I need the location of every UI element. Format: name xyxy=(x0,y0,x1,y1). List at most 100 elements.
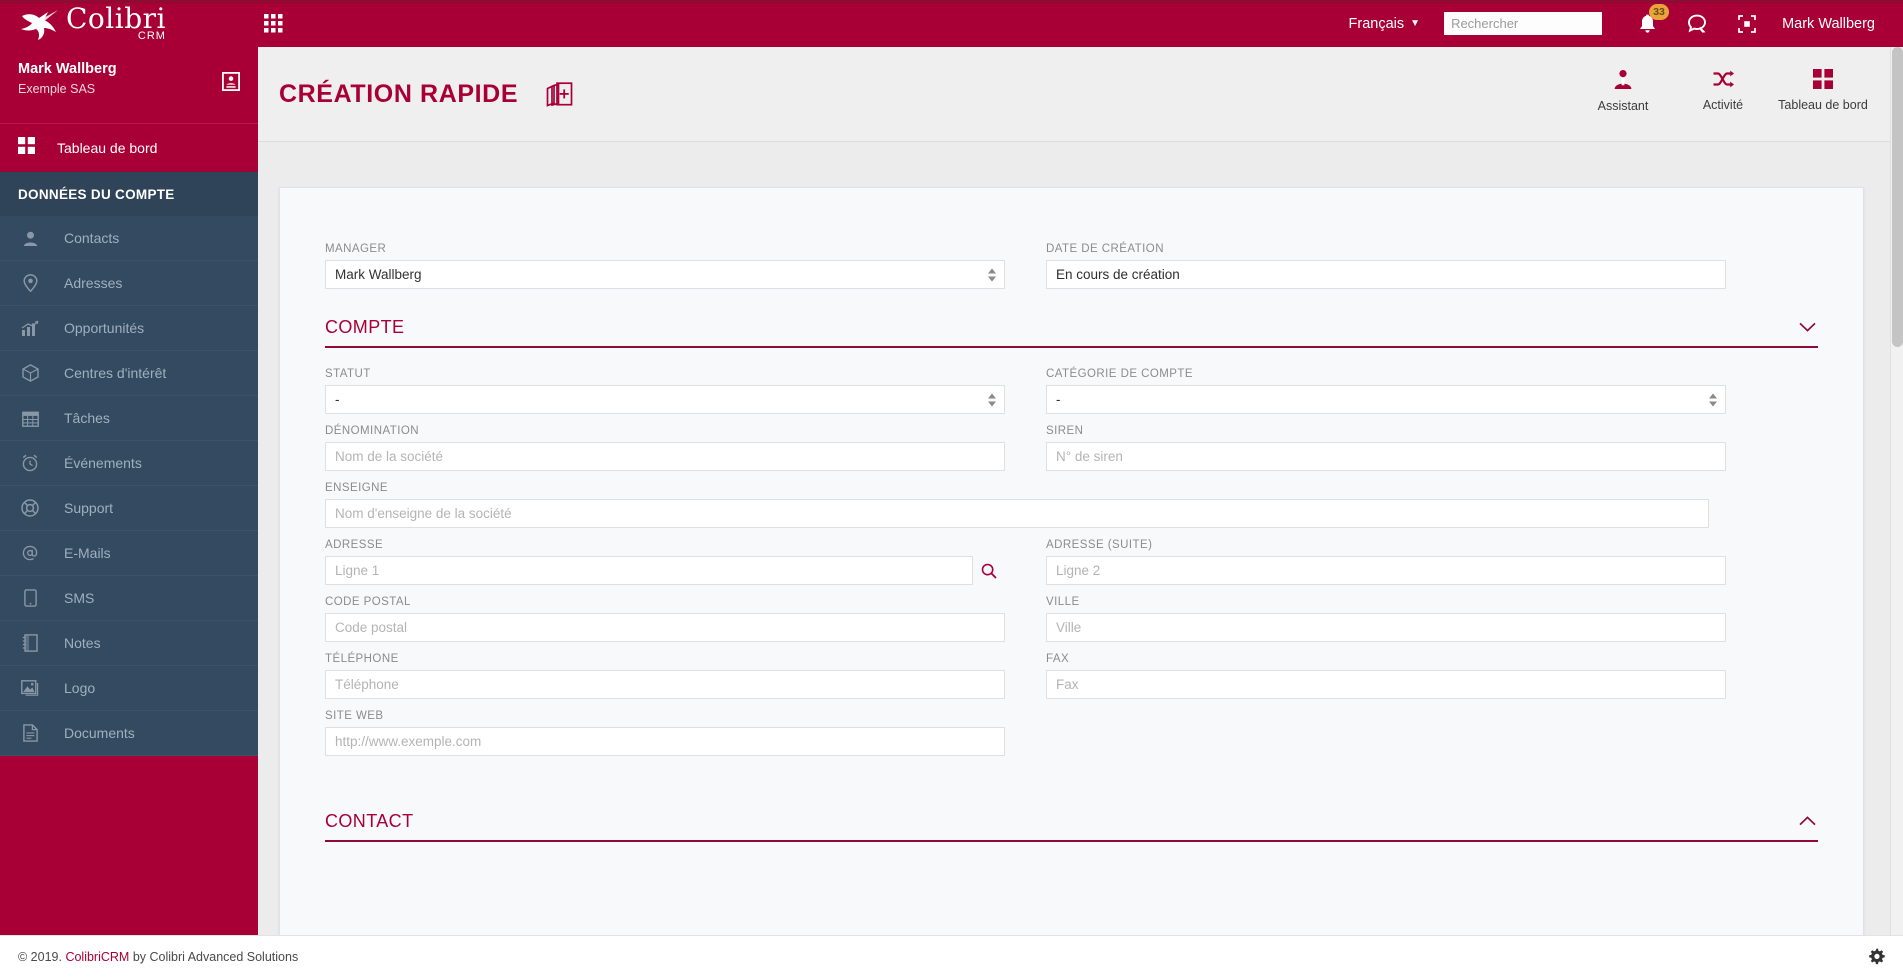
field-telephone: TÉLÉPHONE xyxy=(325,653,1005,710)
global-search[interactable] xyxy=(1444,12,1628,35)
notebook-icon xyxy=(18,634,42,652)
siren-label: SIREN xyxy=(1046,425,1084,437)
sidebar-item-notes[interactable]: Notes xyxy=(0,621,258,666)
form-card: MANAGER DATE DE CRÉATION xyxy=(279,187,1864,977)
categorie-select[interactable] xyxy=(1046,385,1726,414)
adresse-suite-input[interactable] xyxy=(1046,556,1726,585)
mobile-icon xyxy=(18,589,42,607)
field-creation-date: DATE DE CRÉATION xyxy=(1046,243,1726,300)
sidebar-item-label: Logo xyxy=(64,680,96,696)
sidebar-item-centres-interet[interactable]: Centres d'intérêt xyxy=(0,351,258,396)
brand-name: ColibriCRM xyxy=(65,949,130,964)
sidebar-item-label: Événements xyxy=(64,455,142,471)
sidebar: Mark Wallberg Exemple SAS Tableau de bor… xyxy=(0,47,258,955)
chevron-down-icon[interactable] xyxy=(1799,319,1816,337)
column-gap xyxy=(1005,539,1046,596)
chevron-up-icon[interactable] xyxy=(1799,813,1816,831)
address-search-icon[interactable] xyxy=(973,563,1005,579)
hummingbird-logo-icon xyxy=(21,9,58,40)
sidebar-item-dashboard[interactable]: Tableau de bord xyxy=(0,124,258,172)
enseigne-input[interactable] xyxy=(325,499,1709,528)
sidebar-item-label: Support xyxy=(64,500,114,516)
sidebar-item-contacts[interactable]: Contacts xyxy=(0,216,258,261)
field-enseigne: ENSEIGNE xyxy=(325,482,1709,539)
sidebar-item-sms[interactable]: SMS xyxy=(0,576,258,621)
vertical-scrollbar[interactable] xyxy=(1890,47,1903,955)
action-tableau-de-bord[interactable]: Tableau de bord xyxy=(1773,69,1873,113)
statut-select[interactable] xyxy=(325,385,1005,414)
chevron-down-icon: ▼ xyxy=(1410,18,1421,29)
copyright-suffix: by Colibri Advanced Solutions xyxy=(129,949,299,964)
map-pin-icon xyxy=(18,274,42,292)
application-root: Colibri CRM Français ▼ Rechercher 33 Mar… xyxy=(0,0,1903,977)
adresse-input[interactable] xyxy=(325,556,973,585)
action-activite[interactable]: Activité xyxy=(1673,69,1773,113)
sidebar-item-documents[interactable]: Documents xyxy=(0,711,258,756)
document-icon xyxy=(18,724,42,742)
site-web-input[interactable] xyxy=(325,727,1005,756)
notifications-button[interactable]: 33 xyxy=(1632,3,1670,39)
search-input[interactable] xyxy=(1451,16,1628,31)
sidebar-item-opportunites[interactable]: Opportunités xyxy=(0,306,258,351)
section-compte-title: COMPTE xyxy=(325,317,405,337)
telephone-input[interactable] xyxy=(325,670,1005,699)
chevron-up-glyph xyxy=(1799,816,1816,826)
ville-input[interactable] xyxy=(1046,613,1726,642)
gear-icon[interactable] xyxy=(1868,948,1885,965)
sidebar-menu: Contacts Adresses Opportunités Centres d… xyxy=(0,216,258,756)
user-menu[interactable]: Mark Wallberg xyxy=(1782,16,1875,32)
telephone-label: TÉLÉPHONE xyxy=(325,653,399,665)
messages-button[interactable] xyxy=(1682,9,1712,39)
sidebar-item-label: Centres d'intérêt xyxy=(64,365,167,381)
form-row-adresse: ADRESSE Ligne 1 ADRESSE (SUITE) Ligne 2 xyxy=(325,539,1818,596)
sidebar-item-support[interactable]: Support xyxy=(0,486,258,531)
sidebar-profile: Mark Wallberg Exemple SAS xyxy=(0,47,258,124)
main-content: CRÉATION RAPIDE Assistant Activité Table… xyxy=(258,47,1903,977)
form-row-manager: MANAGER DATE DE CRÉATION xyxy=(325,243,1818,300)
creation-date-input[interactable] xyxy=(1046,260,1726,289)
sidebar-item-logo[interactable]: Logo xyxy=(0,666,258,711)
life-ring-icon xyxy=(18,499,42,517)
scrollbar-thumb[interactable] xyxy=(1892,47,1903,347)
sidebar-item-emails[interactable]: E-Mails xyxy=(0,531,258,576)
action-label: Tableau de bord xyxy=(1778,98,1868,112)
ville-label: VILLE xyxy=(1046,596,1080,608)
manager-select[interactable] xyxy=(325,260,1005,289)
grid-icon xyxy=(1813,69,1833,89)
pages-plus-glyph xyxy=(546,82,573,107)
sidebar-item-label: SMS xyxy=(64,590,95,606)
app-logo[interactable]: Colibri CRM xyxy=(0,0,258,47)
action-assistant[interactable]: Assistant xyxy=(1573,69,1673,113)
grid-icon xyxy=(18,136,35,159)
manager-select-wrap[interactable] xyxy=(325,260,1005,289)
form-row-statut: STATUT CATÉGORIE DE COMPTE xyxy=(325,368,1818,425)
sidebar-item-label: Tâches xyxy=(64,410,110,426)
sidebar-item-adresses[interactable]: Adresses xyxy=(0,261,258,306)
statut-select-wrap[interactable] xyxy=(325,385,1005,414)
copyright-prefix: © 2019. xyxy=(18,949,66,964)
grid-apps-icon[interactable] xyxy=(264,14,283,33)
denomination-input[interactable] xyxy=(325,442,1005,471)
code-postal-input[interactable] xyxy=(325,613,1005,642)
page-header: CRÉATION RAPIDE Assistant Activité Table… xyxy=(258,47,1903,142)
pages-plus-icon[interactable] xyxy=(545,80,575,108)
sidebar-item-evenements[interactable]: Événements xyxy=(0,441,258,486)
sidebar-dashboard-label: Tableau de bord xyxy=(57,139,158,156)
adresse-label: ADRESSE xyxy=(325,539,384,551)
sidebar-item-label: Contacts xyxy=(64,230,120,246)
section-contact-header[interactable]: CONTACT xyxy=(325,811,1818,842)
scroll-area: MANAGER DATE DE CRÉATION xyxy=(258,142,1903,977)
language-selector[interactable]: Français ▼ xyxy=(1349,16,1421,32)
fullscreen-button[interactable] xyxy=(1732,9,1762,39)
contact-card-icon[interactable] xyxy=(221,71,241,96)
fax-input[interactable] xyxy=(1046,670,1726,699)
grid-apps-glyph xyxy=(264,14,283,33)
sidebar-item-taches[interactable]: Tâches xyxy=(0,396,258,441)
section-compte-header[interactable]: COMPTE xyxy=(325,317,1818,348)
siren-input[interactable] xyxy=(1046,442,1726,471)
column-gap xyxy=(1005,243,1046,300)
field-ville: VILLE xyxy=(1046,596,1726,653)
categorie-select-wrap[interactable] xyxy=(1046,385,1726,414)
assistant-icon xyxy=(1614,70,1632,89)
copyright-text: © 2019. ColibriCRM by Colibri Advanced S… xyxy=(18,950,298,964)
